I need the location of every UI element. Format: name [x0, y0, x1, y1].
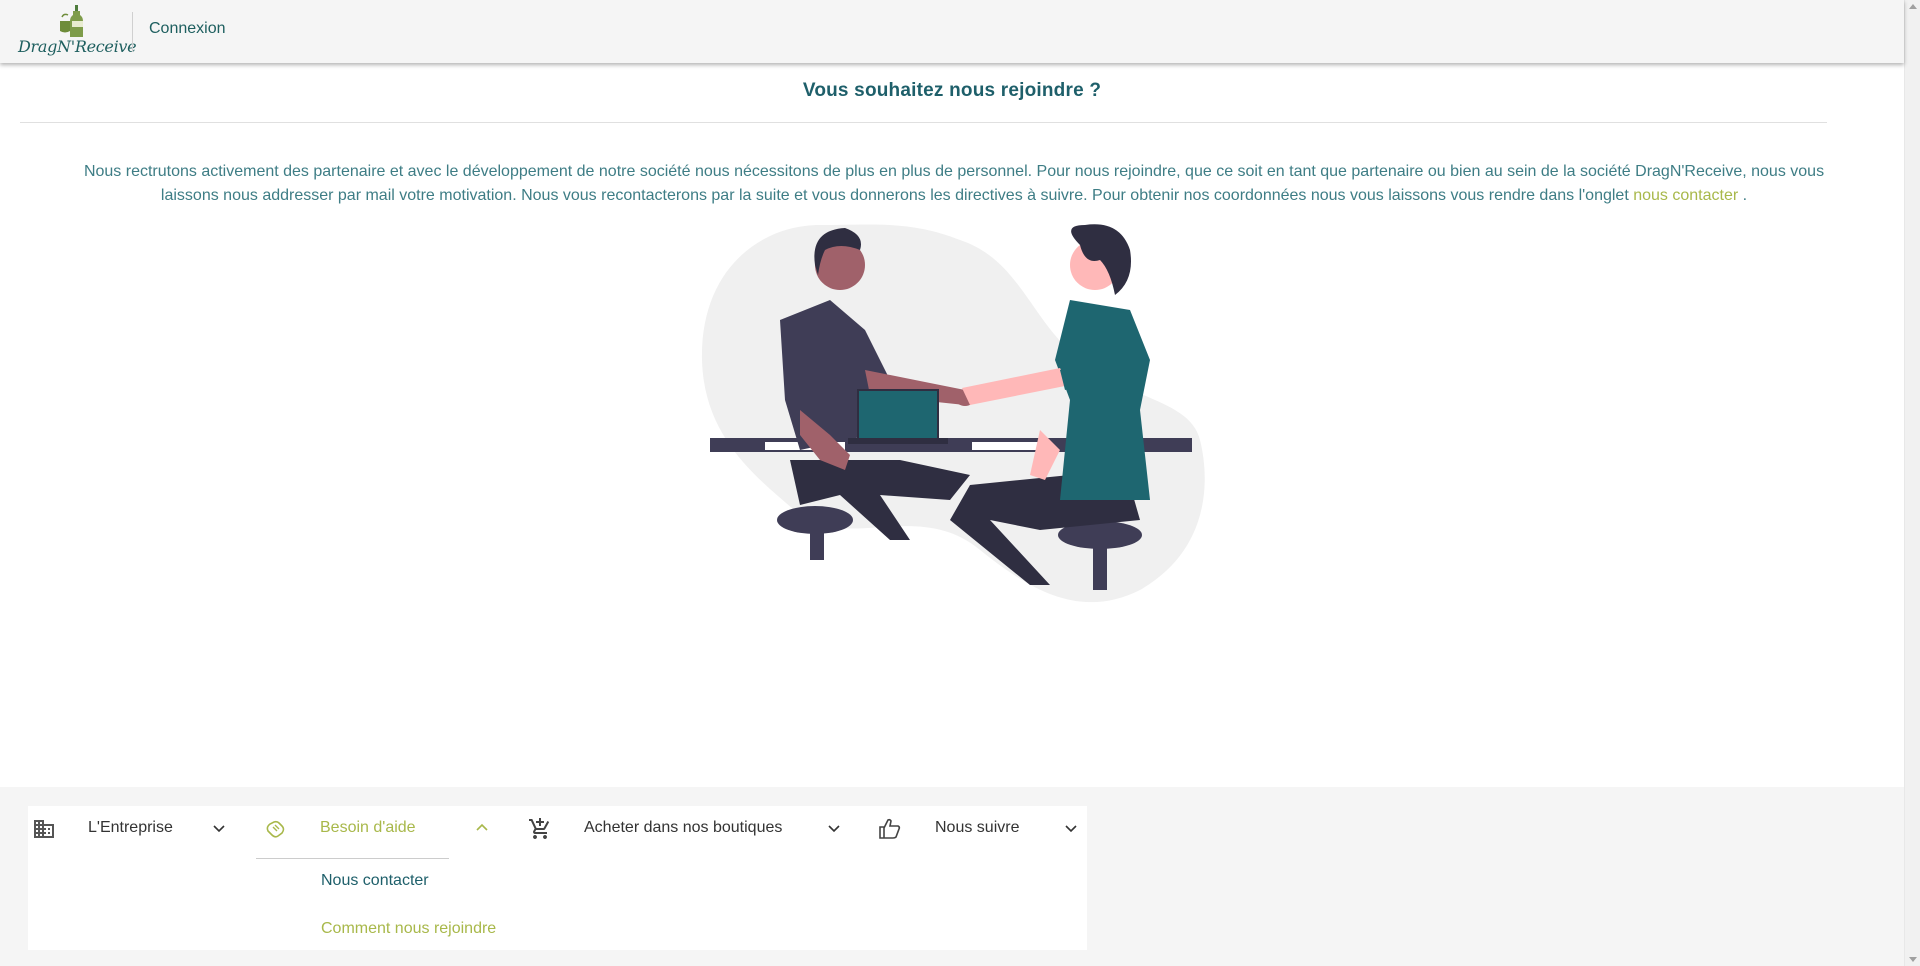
site-logo[interactable]: DragN'Receive: [14, 3, 137, 59]
handshake-illustration: [701, 224, 1205, 603]
intro-end: .: [1738, 187, 1748, 204]
chevron-down-icon: [213, 825, 225, 833]
cart-icon: [529, 818, 550, 839]
menu-besoin-aide-label: Besoin d'aide: [320, 819, 416, 836]
top-header: DragN'Receive Connexion: [0, 0, 1904, 63]
chevron-down-icon: [1065, 825, 1077, 833]
chevron-down-icon: [828, 825, 840, 833]
menu-nous-suivre[interactable]: Nous suivre: [870, 806, 1085, 851]
bottle-logo-icon: [60, 5, 83, 37]
menu-entreprise[interactable]: L'Entreprise: [28, 806, 238, 851]
building-icon: [34, 820, 54, 838]
submenu-divider: [256, 858, 449, 859]
thumbs-up-icon: [879, 818, 901, 839]
scroll-up-icon[interactable]: [1909, 4, 1917, 9]
scroll-down-icon[interactable]: [1909, 957, 1917, 962]
page-title: Vous souhaitez nous rejoindre ?: [802, 80, 1102, 101]
menu-boutiques-label: Acheter dans nos boutiques: [584, 819, 783, 836]
submenu-nous-contacter[interactable]: Nous contacter: [321, 872, 429, 890]
contact-link[interactable]: nous contacter: [1633, 187, 1738, 204]
chevron-up-icon: [476, 823, 488, 831]
menu-nous-suivre-label: Nous suivre: [935, 819, 1020, 836]
title-divider: [20, 122, 1827, 123]
submenu-comment-rejoindre[interactable]: Comment nous rejoindre: [321, 920, 496, 938]
header-divider: [132, 12, 133, 52]
menu-entreprise-label: L'Entreprise: [88, 819, 173, 836]
intro-text: Nous rectrutons activement des partenair…: [83, 163, 1825, 204]
logo-text: DragN'Receive: [18, 37, 137, 56]
menu-besoin-aide[interactable]: Besoin d'aide: [256, 806, 496, 851]
menu-boutiques[interactable]: Acheter dans nos boutiques: [520, 806, 850, 851]
handshake-icon: [266, 820, 285, 838]
intro-paragraph: Nous rectrutons activement des partenair…: [80, 160, 1828, 208]
login-link[interactable]: Connexion: [149, 20, 226, 38]
vertical-scrollbar[interactable]: [1904, 0, 1920, 966]
